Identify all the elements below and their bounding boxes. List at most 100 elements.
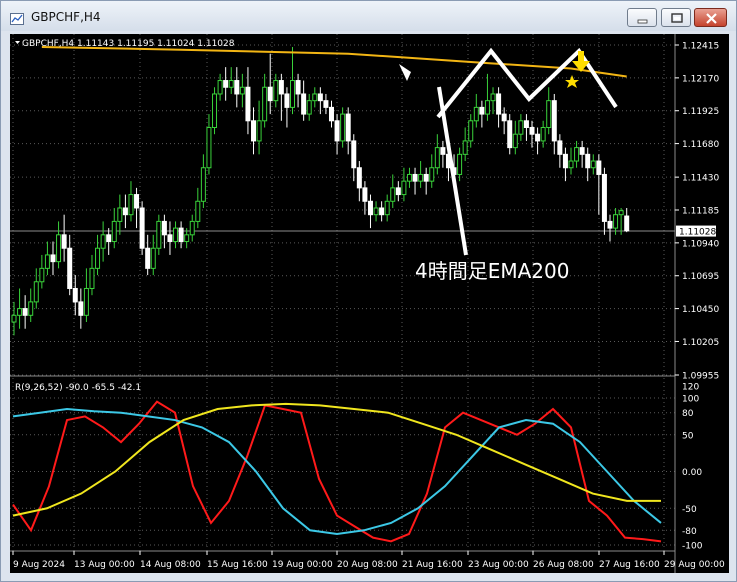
current-price-tag: 1.11028	[676, 225, 716, 238]
candle	[512, 120, 518, 155]
candle	[150, 234, 156, 276]
candle	[518, 114, 524, 141]
candle	[418, 161, 424, 188]
candle	[557, 134, 563, 168]
candle	[245, 67, 251, 135]
candle	[56, 221, 62, 269]
candle	[462, 127, 468, 162]
minimize-button[interactable]	[627, 8, 657, 27]
price-tick-label: 1.11680	[682, 140, 719, 150]
chart-window: GBPCHF,H4 4時間足EMA200 GBPCHF,H4 1.11143 1…	[0, 0, 737, 582]
oscillator-tick-label: 0.00	[682, 468, 702, 478]
candle	[457, 147, 463, 182]
chart-app-icon	[10, 10, 24, 25]
price-tick-label: 1.11430	[682, 174, 719, 184]
candle	[395, 181, 401, 202]
price-tick-label: 1.12415	[682, 42, 719, 52]
star-marker-icon	[565, 75, 579, 88]
candle	[379, 201, 385, 222]
date-tick-label: 19 Aug 00:00	[272, 560, 333, 570]
candle	[328, 100, 334, 128]
oscillator-tick-label: 50	[682, 431, 694, 441]
candle	[340, 107, 346, 148]
date-tick-label: 13 Aug 00:00	[74, 560, 135, 570]
candle	[256, 100, 262, 155]
date-tick-label: 20 Aug 08:00	[337, 560, 398, 570]
candle	[306, 93, 312, 121]
candle	[273, 73, 279, 108]
candle	[473, 93, 479, 128]
candle	[546, 87, 552, 135]
candle	[200, 154, 206, 208]
candle	[624, 207, 630, 233]
candle	[401, 167, 407, 202]
date-tick-label: 27 Aug 16:00	[599, 560, 660, 570]
candle	[317, 87, 323, 115]
candle	[412, 167, 418, 195]
oscillator-tick-label: -100	[682, 542, 703, 552]
price-tick-label: 1.09955	[682, 372, 719, 382]
price-tick-label: 1.12170	[682, 74, 719, 84]
candle	[406, 167, 412, 188]
candle	[301, 80, 307, 121]
title-bar[interactable]: GBPCHF,H4	[1, 1, 736, 31]
price-tick-label: 1.10940	[682, 239, 719, 249]
candle	[83, 268, 89, 323]
candle	[106, 228, 112, 255]
maximize-button[interactable]	[661, 8, 691, 27]
close-button[interactable]	[694, 8, 727, 27]
candle	[484, 73, 490, 121]
candle	[22, 295, 28, 329]
symbol-dropdown-icon[interactable]	[15, 41, 20, 44]
candle	[496, 87, 502, 128]
ema200-line	[41, 46, 627, 78]
candle	[390, 174, 396, 208]
date-tick-label: 14 Aug 08:00	[140, 560, 201, 570]
candle	[579, 140, 585, 168]
candle	[468, 114, 474, 148]
candle	[423, 167, 429, 195]
candle	[290, 47, 295, 115]
candle	[78, 288, 84, 329]
candle	[312, 87, 318, 108]
date-tick-label: 9 Aug 2024	[13, 560, 65, 570]
candle	[39, 254, 45, 289]
candle	[212, 87, 218, 135]
candle	[384, 194, 390, 222]
candle	[189, 214, 195, 242]
candle	[139, 201, 145, 255]
candle	[490, 87, 496, 115]
candle	[334, 114, 340, 155]
candle	[67, 234, 73, 296]
candle	[239, 73, 245, 108]
candle	[72, 275, 78, 316]
date-tick-label: 21 Aug 16:00	[402, 560, 463, 570]
price-tick-label: 1.10450	[682, 305, 719, 315]
candle	[574, 140, 580, 168]
candle	[590, 154, 596, 175]
candle	[117, 194, 123, 235]
annotation-arrowhead-icon	[399, 64, 411, 81]
candle	[429, 154, 435, 188]
candle	[61, 214, 67, 262]
candle	[17, 288, 23, 329]
candle	[551, 93, 557, 155]
candle	[156, 214, 162, 255]
candle	[145, 234, 151, 276]
chart-canvas[interactable]: 4時間足EMA200 GBPCHF,H4 1.11143 1.11195 1.1…	[10, 34, 729, 573]
candle	[596, 154, 602, 215]
candle	[501, 107, 507, 135]
candle	[234, 67, 240, 108]
candle	[356, 161, 362, 202]
candle	[95, 234, 101, 276]
candle	[562, 147, 568, 182]
candle	[128, 181, 134, 222]
candle	[44, 241, 50, 276]
candle	[540, 120, 546, 148]
candle	[284, 87, 290, 128]
candle	[601, 167, 607, 235]
chart-info-line: GBPCHF,H4 1.11143 1.11195 1.11024 1.1102…	[22, 39, 235, 49]
chart-area[interactable]: 4時間足EMA200 GBPCHF,H4 1.11143 1.11195 1.1…	[10, 34, 729, 573]
candle	[345, 107, 351, 155]
annotation-label: 4時間足EMA200	[415, 259, 569, 283]
